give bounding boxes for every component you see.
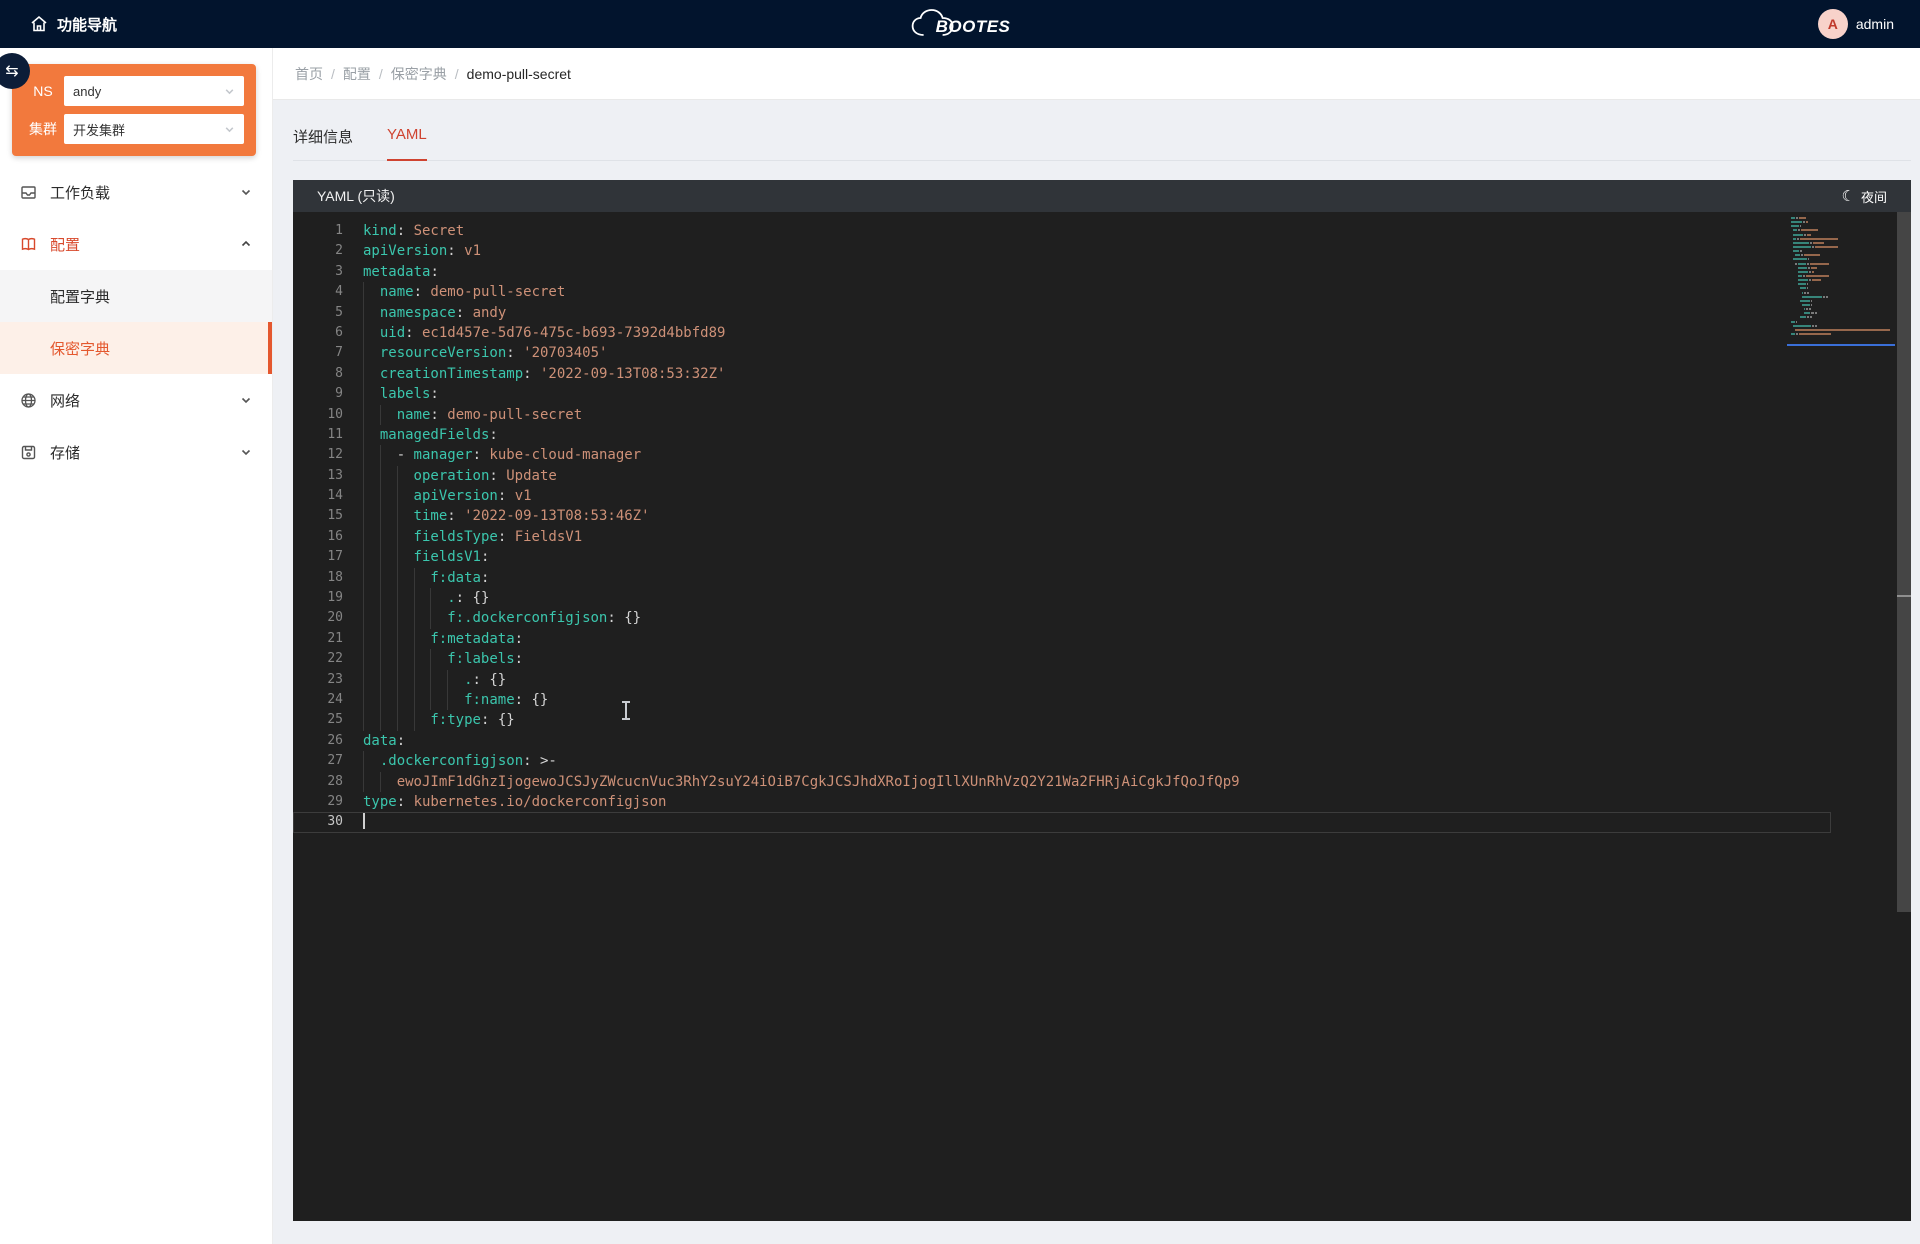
brand-name: BOOTES <box>936 17 1011 37</box>
network-icon <box>20 392 38 409</box>
code-line: 30 <box>293 812 1831 832</box>
cluster-select-value: 开发集群 <box>73 120 224 139</box>
text-cursor-pointer <box>625 702 627 719</box>
overview-cursor-marker <box>1897 595 1911 597</box>
code-line: 24f:name: {} <box>293 690 1831 710</box>
chevron-up-icon <box>240 238 252 250</box>
code-line: 18f:data: <box>293 568 1831 588</box>
config-icon <box>20 236 38 253</box>
code-line: 8creationTimestamp: '2022-09-13T08:53:32… <box>293 364 1831 384</box>
night-mode-toggle[interactable]: ☾ 夜间 <box>1842 187 1887 206</box>
sidebar-item-configmap[interactable]: 配置字典 <box>0 270 272 322</box>
namespace-select-value: andy <box>73 84 224 99</box>
ns-label: NS <box>22 83 64 99</box>
sidebar-item-network[interactable]: 网络 <box>0 374 272 426</box>
tab-details[interactable]: 详细信息 <box>293 126 353 160</box>
code-line: 9labels: <box>293 384 1831 404</box>
editor-header: YAML (只读) ☾ 夜间 <box>293 180 1911 212</box>
code-line: 13operation: Update <box>293 466 1831 486</box>
breadcrumb-current: demo-pull-secret <box>467 66 571 82</box>
scrollbar-thumb[interactable] <box>1897 212 1911 912</box>
code-line: 12- manager: kube-cloud-manager <box>293 445 1831 465</box>
code-editor[interactable]: 1kind: Secret2apiVersion: v13metadata:4n… <box>293 212 1911 1221</box>
sidebar-menu: 工作负载 配置 配置字典 保密字典 <box>0 166 272 478</box>
code-line: 19.: {} <box>293 588 1831 608</box>
breadcrumb-home[interactable]: 首页 <box>295 66 323 82</box>
yaml-editor-panel: YAML (只读) ☾ 夜间 1kind: Secret2apiVersion:… <box>293 180 1911 1221</box>
code-line: 3metadata: <box>293 262 1831 282</box>
tab-yaml[interactable]: YAML <box>387 126 427 160</box>
code-line: 28ewoJImF1dGhzIjogewoJCSJyZWcucnVuc3RhY2… <box>293 772 1831 792</box>
editor-title: YAML (只读) <box>317 186 1842 206</box>
night-mode-label: 夜间 <box>1861 187 1887 206</box>
namespace-select[interactable]: andy <box>64 76 244 106</box>
breadcrumb-band: 首页/配置/保密字典/demo-pull-secret <box>273 48 1920 100</box>
code-line: 14apiVersion: v1 <box>293 486 1831 506</box>
breadcrumb-config[interactable]: 配置 <box>343 66 371 82</box>
code-line: 11managedFields: <box>293 425 1831 445</box>
code-line: 17fieldsV1: <box>293 547 1831 567</box>
chevron-down-icon <box>224 86 235 97</box>
chevron-down-icon <box>240 394 252 406</box>
detail-tabs: 详细信息 YAML <box>293 126 1911 161</box>
code-line: 15time: '2022-09-13T08:53:46Z' <box>293 506 1831 526</box>
minimap[interactable] <box>1791 217 1893 341</box>
code-line: 2apiVersion: v1 <box>293 241 1831 261</box>
chevron-down-icon <box>240 446 252 458</box>
top-navbar: 功能导航 BOOTES A admin <box>0 0 1920 48</box>
code-line: 16fieldsType: FieldsV1 <box>293 527 1831 547</box>
code-line: 6uid: ec1d457e-5d76-475c-b693-7392d4bbfd… <box>293 323 1831 343</box>
sidebar-item-config[interactable]: 配置 <box>0 218 272 270</box>
storage-icon <box>20 444 38 461</box>
code-line: 5namespace: andy <box>293 303 1831 323</box>
code-line: 26data: <box>293 731 1831 751</box>
cluster-select[interactable]: 开发集群 <box>64 114 244 144</box>
moon-icon: ☾ <box>1842 189 1855 204</box>
code-line: 23.: {} <box>293 670 1831 690</box>
code-line: 7resourceVersion: '20703405' <box>293 343 1831 363</box>
code-line: 4name: demo-pull-secret <box>293 282 1831 302</box>
sidebar-item-workload[interactable]: 工作负载 <box>0 166 272 218</box>
code-line: 10name: demo-pull-secret <box>293 405 1831 425</box>
breadcrumb-secret[interactable]: 保密字典 <box>391 66 447 82</box>
user-avatar: A <box>1818 9 1848 39</box>
brand-logo: BOOTES <box>910 0 1011 48</box>
code-line: 22f:labels: <box>293 649 1831 669</box>
code-line: 1kind: Secret <box>293 221 1831 241</box>
nav-home[interactable]: 功能导航 <box>0 14 117 35</box>
sidebar-item-secret[interactable]: 保密字典 <box>0 322 272 374</box>
nav-home-label: 功能导航 <box>57 14 117 35</box>
code-line: 21f:metadata: <box>293 629 1831 649</box>
cluster-label: 集群 <box>22 119 64 139</box>
swap-arrows-icon: ⇆ <box>5 61 18 81</box>
code-line: 20f:.dockerconfigjson: {} <box>293 608 1831 628</box>
workload-icon <box>20 184 38 201</box>
code-content: 1kind: Secret2apiVersion: v13metadata:4n… <box>293 212 1911 833</box>
user-name: admin <box>1856 16 1894 32</box>
chevron-down-icon <box>240 186 252 198</box>
editor-scrollbar[interactable] <box>1897 212 1911 1221</box>
code-line: 27.dockerconfigjson: >- <box>293 751 1831 771</box>
namespace-cluster-panel: NS andy 集群 开发集群 <box>12 64 256 156</box>
breadcrumb: 首页/配置/保密字典/demo-pull-secret <box>295 64 571 84</box>
chevron-down-icon <box>224 124 235 135</box>
user-menu[interactable]: A admin <box>1818 0 1894 48</box>
sidebar-item-storage[interactable]: 存储 <box>0 426 272 478</box>
home-icon <box>30 15 48 33</box>
code-line: 25f:type: {} <box>293 710 1831 730</box>
minimap-cursor-line <box>1787 344 1895 346</box>
code-line: 29type: kubernetes.io/dockerconfigjson <box>293 792 1831 812</box>
sidebar: ⇆ NS andy 集群 开发集群 <box>0 48 273 1244</box>
